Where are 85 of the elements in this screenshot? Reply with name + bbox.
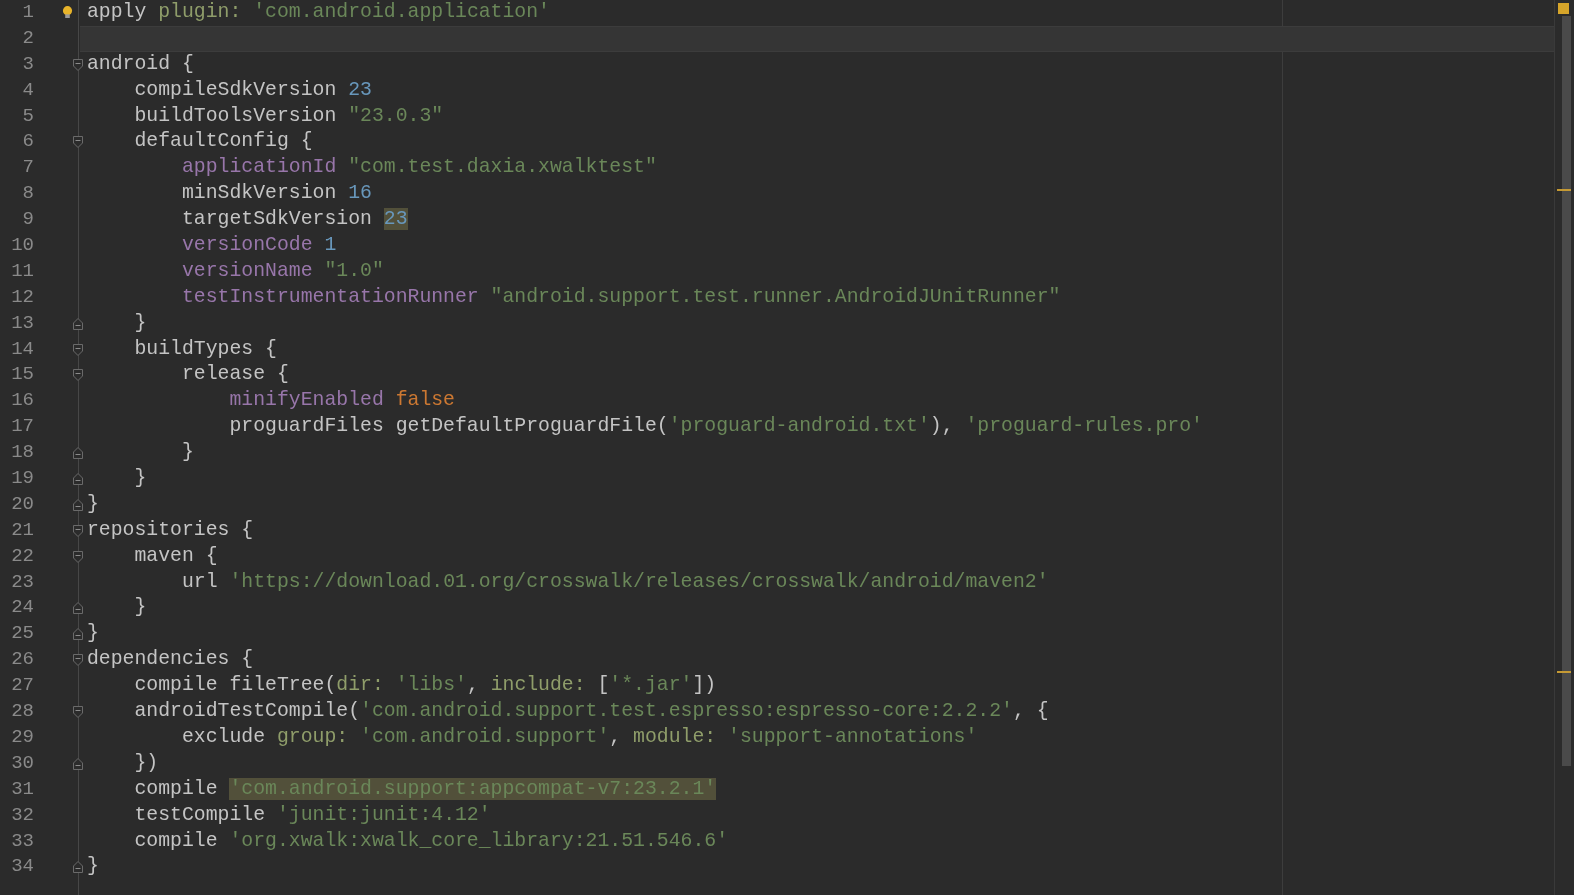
fold-icon[interactable] <box>73 654 83 667</box>
warning-marker-icon <box>1558 3 1569 14</box>
fold-icon[interactable] <box>73 706 83 718</box>
line-number: 5 <box>21 103 34 129</box>
code-line: url 'https://download.01.org/crosswalk/releases/crosswalk/android/maven2' <box>180 569 1049 595</box>
fold-icon[interactable] <box>73 58 83 71</box>
line-number: 28 <box>10 699 34 725</box>
line-number: 13 <box>10 310 34 336</box>
fold-icon[interactable] <box>73 498 83 511</box>
fold-icon[interactable] <box>73 369 83 382</box>
code-line: compile 'org.xwalk:xwalk_core_library:21.51.546.6' <box>133 828 729 854</box>
line-number: 15 <box>10 362 34 388</box>
fold-icon[interactable] <box>73 343 83 356</box>
fold-icon[interactable] <box>73 136 83 149</box>
fold-icon[interactable] <box>73 861 83 874</box>
line-number: 34 <box>10 854 34 880</box>
code-line: compile fileTree(dir: 'libs', include: ['*.jar']) <box>133 673 717 699</box>
fold-icon[interactable] <box>73 550 83 563</box>
line-number: 8 <box>21 181 34 207</box>
code-line: androidTestCompile('com.android.support.test.espresso:espresso-core:2.2.2', { <box>133 699 1049 725</box>
line-number: 12 <box>10 284 34 310</box>
code-line: versionName "1.0" <box>180 258 384 284</box>
line-number: 17 <box>10 414 34 440</box>
code-line: applicationId "com.test.daxia.xwalktest" <box>180 155 657 181</box>
code-line: maven { <box>133 543 218 569</box>
line-number: 7 <box>21 155 34 181</box>
code-line: minifyEnabled false <box>228 388 455 414</box>
line-number: 6 <box>21 129 34 155</box>
scrollbar[interactable] <box>1554 0 1574 895</box>
line-number: 24 <box>10 595 34 621</box>
line-number: 4 <box>21 77 34 103</box>
line-number: 16 <box>10 388 34 414</box>
code-line: } <box>133 595 147 621</box>
fold-icon[interactable] <box>73 524 83 537</box>
line-number: 10 <box>10 233 34 258</box>
fold-icon[interactable] <box>73 472 83 485</box>
code-line: } <box>87 854 99 880</box>
line-number: 18 <box>10 440 34 466</box>
code-line: buildToolsVersion "23.0.3" <box>133 103 444 129</box>
code-line: } <box>87 621 99 647</box>
line-number: 22 <box>10 543 34 569</box>
code-line: testCompile 'junit:junit:4.12' <box>133 802 491 828</box>
line-number: 20 <box>10 491 34 517</box>
code-line: } <box>133 466 147 492</box>
code-line: } <box>180 440 194 466</box>
line-number: 32 <box>10 802 34 828</box>
code-line: release { <box>180 362 289 388</box>
line-number: 23 <box>10 569 34 595</box>
line-number: 2 <box>21 25 34 51</box>
fold-icon[interactable] <box>73 317 83 330</box>
fold-icon[interactable] <box>73 757 83 770</box>
code-line: repositories { <box>87 517 254 543</box>
line-number: 26 <box>10 647 34 673</box>
line-number: 1 <box>21 0 34 25</box>
line-number: 14 <box>10 336 34 362</box>
fold-icon[interactable] <box>73 602 83 615</box>
code-line: versionCode 1 <box>180 233 337 258</box>
line-number: 19 <box>10 466 34 492</box>
line-number: 27 <box>10 673 34 699</box>
line-number: 29 <box>10 724 34 750</box>
code-line: apply plugin: 'com.android.application' <box>87 0 550 25</box>
line-number: 11 <box>10 258 34 284</box>
code-line: exclude group: 'com.android.support', module: 'support-annotations' <box>180 724 978 750</box>
fold-icon[interactable] <box>73 447 83 460</box>
code-line: } <box>133 310 147 336</box>
code-line: }) <box>133 750 159 776</box>
line-number: 25 <box>10 621 34 647</box>
line-number: 9 <box>21 207 34 233</box>
code-line: android { <box>87 51 194 77</box>
code-line: buildTypes { <box>133 336 277 362</box>
line-number: 31 <box>10 776 34 802</box>
code-line: minSdkVersion 16 <box>180 181 372 207</box>
fold-icon[interactable] <box>73 628 83 641</box>
line-number: 3 <box>21 51 34 77</box>
line-number: 30 <box>10 750 34 776</box>
line-number: 33 <box>10 828 34 854</box>
code-line: compileSdkVersion 23 <box>133 77 372 103</box>
code-line: defaultConfig { <box>133 129 313 155</box>
line-number: 21 <box>10 517 34 543</box>
code-line: dependencies { <box>87 647 254 673</box>
code-line: } <box>87 491 99 517</box>
code-line: testInstrumentationRunner "android.support.test.runner.AndroidJUnitRunner" <box>180 284 1061 310</box>
lightbulb-icon[interactable] <box>62 5 73 20</box>
code-line: proguardFiles getDefaultProguardFile('proguard-android.txt'), 'proguard-rules.pro' <box>228 414 1203 440</box>
code-line: targetSdkVersion 23 <box>180 207 408 233</box>
